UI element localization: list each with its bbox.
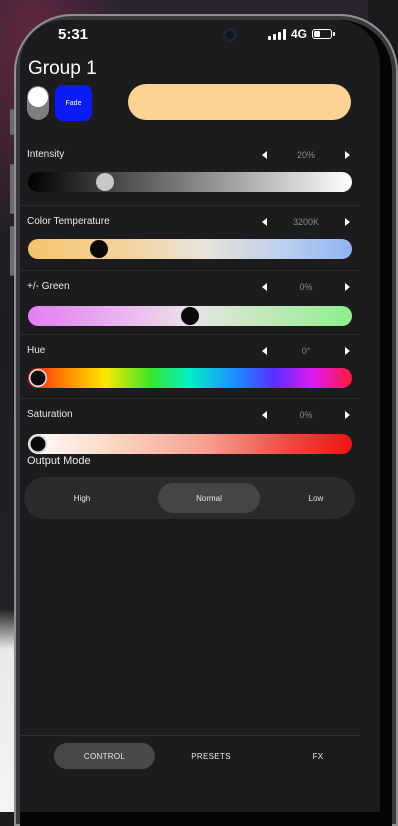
saturation-slider[interactable] [28,434,352,454]
decrease-arrow-icon[interactable] [262,283,267,291]
hue-slider[interactable] [28,368,352,388]
divider-saturation [20,398,360,399]
tab-presets[interactable]: PRESETS [172,743,250,769]
color-temperature-slider-thumb[interactable] [89,240,108,258]
tab-fx[interactable]: FX [280,743,356,769]
power-toggle[interactable] [27,86,49,120]
saturation-value-control: 0% [262,410,350,420]
battery-icon [312,29,336,39]
divider-hue [20,334,360,335]
decrease-arrow-icon[interactable] [262,411,267,419]
divider-green [20,270,360,271]
green-value: 0% [299,282,313,292]
increase-arrow-icon[interactable] [344,151,350,159]
intensity-slider[interactable] [28,172,352,192]
output-mode-label: Output Mode [27,455,91,467]
tabbar-divider [20,735,360,736]
hue-value: 0° [301,346,311,356]
green-label: +/- Green [27,281,70,292]
color-temperature-value-control: 3200K [262,217,350,227]
output-mode-normal[interactable]: Normal [158,483,260,513]
hue-value-control: 0° [262,346,350,356]
network-type: 4G [291,27,308,41]
front-camera [223,28,237,42]
intensity-label: Intensity [27,149,65,160]
increase-arrow-icon[interactable] [344,283,350,291]
tab-control[interactable]: CONTROL [54,743,155,769]
status-indicators: 4G [268,27,336,41]
saturation-slider-thumb[interactable] [29,435,47,453]
decrease-arrow-icon[interactable] [262,218,267,226]
side-button-volume-down [10,226,14,276]
cellular-signal-icon [268,28,286,40]
green-slider[interactable] [28,306,352,326]
hue-label: Hue [27,345,46,356]
decrease-arrow-icon[interactable] [262,151,267,159]
increase-arrow-icon[interactable] [345,218,350,226]
increase-arrow-icon[interactable] [344,347,350,355]
green-value-control: 0% [262,282,350,292]
decrease-arrow-icon[interactable] [262,347,267,355]
divider-color-temperature [20,205,360,206]
side-button-mute [10,109,14,135]
toggle-knob [28,87,48,107]
intensity-value: 20% [296,150,315,160]
color-temperature-label: Color Temperature [27,216,110,227]
intensity-slider-thumb[interactable] [95,173,114,191]
saturation-value: 0% [299,410,313,420]
saturation-label: Saturation [27,409,73,420]
hue-slider-thumb[interactable] [29,369,47,387]
color-temperature-slider[interactable] [28,239,352,259]
color-temperature-value: 3200K [292,217,320,227]
increase-arrow-icon[interactable] [344,411,350,419]
side-button-volume-up [10,164,14,214]
green-slider-thumb[interactable] [181,307,199,325]
group-title: Group 1 [28,58,97,79]
output-mode-low[interactable]: Low [266,483,366,513]
intensity-value-control: 20% [262,150,350,160]
status-time: 5:31 [58,26,89,43]
output-mode-selector: High Normal Low [24,477,355,519]
output-mode-high[interactable]: High [32,483,132,513]
color-preview-swatch[interactable] [128,84,351,120]
fade-button[interactable]: Fade [55,85,92,121]
